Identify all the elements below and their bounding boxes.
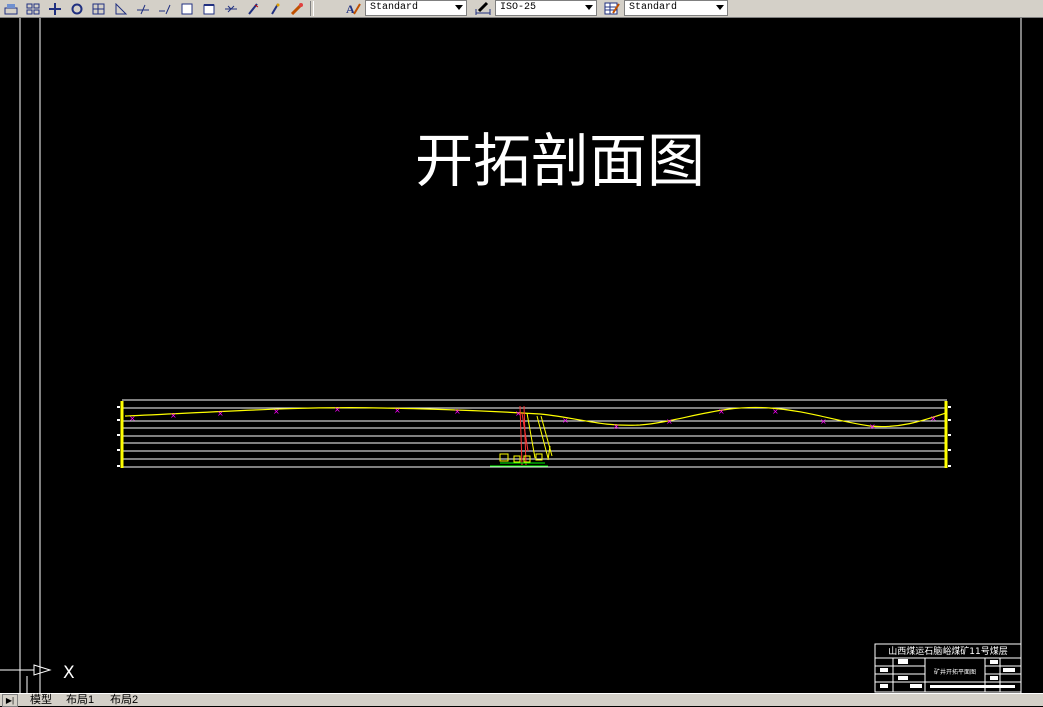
tab-model[interactable]: 模型 xyxy=(30,694,52,706)
svg-text:×: × xyxy=(666,417,673,426)
svg-text:×: × xyxy=(869,422,876,431)
svg-text:×: × xyxy=(129,414,136,423)
pan-icon[interactable] xyxy=(44,1,66,16)
chevron-down-icon[interactable] xyxy=(716,5,724,10)
tab-layout-1[interactable]: 布局1 xyxy=(66,694,94,706)
svg-text:×: × xyxy=(613,422,620,431)
svg-text:×: × xyxy=(772,407,779,416)
svg-text:×: × xyxy=(334,405,341,414)
table-style-icon xyxy=(603,0,621,16)
svg-text:×: × xyxy=(820,417,827,426)
chevron-down-icon[interactable] xyxy=(455,5,463,10)
tab-layout-2[interactable]: 布局2 xyxy=(110,694,138,706)
svg-text:×: × xyxy=(217,409,224,418)
ucs-icon xyxy=(0,664,52,693)
pencil-icon[interactable] xyxy=(242,1,264,16)
drawing-canvas[interactable]: 开拓剖面图 × × × × × × × × × × × × × × × × X … xyxy=(0,18,1043,693)
title-block-subtitle: 矿井开拓平面图 xyxy=(934,668,976,676)
viewports-icon[interactable] xyxy=(22,1,44,16)
chevron-down-icon[interactable] xyxy=(585,5,593,10)
layout-tabs: ▶| 模型 布局1 布局2 xyxy=(0,693,1043,707)
region-icon[interactable] xyxy=(198,1,220,16)
tab-nav-button[interactable]: ▶| xyxy=(2,694,18,707)
line-icon[interactable] xyxy=(132,1,154,16)
svg-text:×: × xyxy=(930,414,937,423)
extend-icon[interactable] xyxy=(220,1,242,16)
title-block-header: 山西煤运石脑峪煤矿11号煤层 xyxy=(888,645,1007,657)
svg-text:×: × xyxy=(394,406,401,415)
svg-text:×: × xyxy=(718,407,725,416)
table-style-select[interactable]: Standard xyxy=(624,0,728,16)
match-icon[interactable] xyxy=(286,1,308,16)
plot-icon[interactable] xyxy=(0,1,22,16)
svg-text:×: × xyxy=(454,407,461,416)
zoom-window-icon[interactable] xyxy=(88,1,110,16)
seam-markers: × × × × × × × ×× ××× ××× × xyxy=(129,405,937,431)
text-style-select[interactable]: Standard xyxy=(365,0,467,16)
table-style-value: Standard xyxy=(629,2,678,13)
rectangle-icon[interactable] xyxy=(176,1,198,16)
measure-icon[interactable] xyxy=(110,1,132,16)
svg-text:×: × xyxy=(170,411,177,420)
toolbar-icons xyxy=(0,0,316,17)
ucs-x-label: X xyxy=(63,663,75,683)
text-style-value: Standard xyxy=(370,2,419,13)
edit-pencil-icon[interactable] xyxy=(264,1,286,16)
svg-text:×: × xyxy=(273,407,280,416)
dim-style-icon xyxy=(474,0,492,16)
drawing-title: 开拓剖面图 xyxy=(415,129,705,194)
orbit-icon[interactable] xyxy=(66,1,88,16)
drawing-svg: 开拓剖面图 × × × × × × × ×× ××× ××× × X 山西煤运石… xyxy=(0,18,1022,693)
dim-style-value: ISO-25 xyxy=(500,2,537,13)
polyline-icon[interactable] xyxy=(154,1,176,16)
text-style-icon: A xyxy=(344,0,362,16)
dim-style-select[interactable]: ISO-25 xyxy=(495,0,597,16)
svg-text:×: × xyxy=(562,416,569,425)
toolbar: A Standard ISO-25 Standard xyxy=(0,0,1043,18)
toolbar-separator xyxy=(310,1,314,16)
